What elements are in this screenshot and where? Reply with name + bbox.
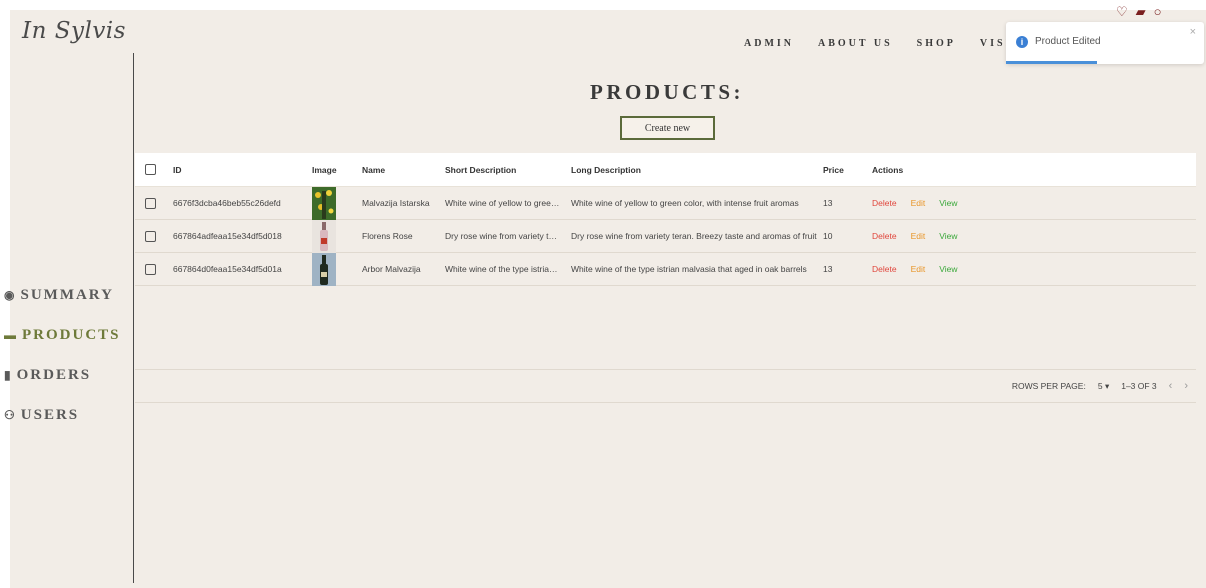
table-pagination: ROWS PER PAGE: 5 ▾ 1–3 OF 3 ‹ › [135, 370, 1196, 403]
sidebar-item-label: USERS [20, 406, 80, 423]
header-short-description[interactable]: Short Description [445, 165, 560, 175]
header-image: Image [312, 164, 337, 175]
sidebar-item-label: PRODUCTS [22, 326, 121, 343]
header-id[interactable]: ID [173, 165, 298, 175]
header-icons: ♡ ▰ ○ [1116, 4, 1162, 20]
header-name[interactable]: Name [362, 165, 432, 175]
table-header-row: ID Image Name Short Description Long Des… [135, 153, 1196, 187]
sidebar-divider [133, 53, 134, 583]
nav-about-us[interactable]: ABOUT US [818, 38, 893, 49]
create-new-button[interactable]: Create new [620, 116, 715, 140]
brand-logo[interactable]: In Sylvis [22, 18, 126, 44]
table-row: 6676f3dcba46beb55c26defd Malvazija Istar… [135, 186, 1196, 220]
products-table: ID Image Name Short Description Long Des… [135, 153, 1196, 403]
product-long-description: White wine of yellow to green color, wit… [571, 198, 799, 208]
toast-progress-bar [1006, 61, 1098, 64]
search-icon[interactable]: ○ [1154, 4, 1162, 20]
product-id: 667864d0feaa15e34df5d01a [173, 264, 282, 274]
sidebar: ◉ SUMMARY ▬ PRODUCTS ▮ ORDERS ⚇ USERS [4, 275, 121, 435]
table-row: 667864adfeaa15e34df5d018 Florens Rose Dr… [135, 219, 1196, 253]
view-button[interactable]: View [939, 231, 957, 241]
rows-per-page-select[interactable]: 5 ▾ [1098, 381, 1109, 392]
edit-button[interactable]: Edit [911, 198, 926, 208]
info-icon: i [1016, 36, 1028, 48]
tachometer-icon: ◉ [4, 287, 17, 302]
delete-button[interactable]: Delete [872, 264, 897, 274]
sidebar-item-orders[interactable]: ▮ ORDERS [4, 355, 121, 395]
caret-down-icon: ▾ [1104, 380, 1110, 391]
product-id: 6676f3dcba46beb55c26defd [173, 198, 281, 208]
next-page-icon[interactable]: › [1184, 380, 1188, 392]
product-price: 10 [823, 231, 833, 241]
product-thumbnail [312, 219, 336, 253]
rows-per-page-value: 5 [1097, 380, 1103, 391]
product-price: 13 [823, 264, 833, 274]
select-all-checkbox[interactable] [145, 164, 156, 175]
sidebar-item-summary[interactable]: ◉ SUMMARY [4, 275, 121, 315]
heart-icon[interactable]: ♡ [1116, 4, 1128, 20]
product-long-description: Dry rose wine from variety teran. Breezy… [571, 231, 817, 241]
product-long-description: White wine of the type istrian malvasia … [571, 264, 807, 274]
product-name: Florens Rose [362, 231, 413, 241]
users-icon: ⚇ [4, 407, 17, 422]
sidebar-item-products[interactable]: ▬ PRODUCTS [4, 315, 121, 355]
top-nav: ADMIN ABOUT US SHOP VISI [744, 38, 1012, 49]
product-price: 13 [823, 198, 833, 208]
row-checkbox[interactable] [145, 263, 156, 275]
previous-page-icon[interactable]: ‹ [1169, 380, 1173, 392]
sidebar-item-label: ORDERS [16, 366, 92, 383]
product-thumbnail [312, 252, 336, 286]
product-thumbnail [312, 186, 336, 220]
toast-notification: i Product Edited × [1006, 22, 1204, 64]
rows-per-page-label: ROWS PER PAGE: [1011, 381, 1086, 391]
pagination-range: 1–3 OF 3 [1121, 381, 1157, 391]
row-actions: Delete Edit View [872, 264, 958, 274]
toast-message: Product Edited [1035, 36, 1101, 47]
view-button[interactable]: View [939, 198, 957, 208]
sidebar-item-label: SUMMARY [20, 286, 114, 303]
edit-button[interactable]: Edit [911, 264, 926, 274]
delete-button[interactable]: Delete [872, 198, 897, 208]
view-button[interactable]: View [939, 264, 957, 274]
sidebar-item-users[interactable]: ⚇ USERS [4, 395, 121, 435]
box-icon: ▬ [4, 327, 18, 342]
delete-button[interactable]: Delete [872, 231, 897, 241]
product-short-description: White wine of the type istrian malvasia [445, 264, 560, 274]
row-checkbox[interactable] [145, 230, 156, 242]
cart-icon[interactable]: ▰ [1136, 4, 1146, 20]
row-actions: Delete Edit View [872, 231, 958, 241]
header-long-description[interactable]: Long Description [571, 165, 819, 175]
product-short-description: White wine of yellow to green color [445, 198, 560, 208]
nav-shop[interactable]: SHOP [917, 38, 956, 49]
product-id: 667864adfeaa15e34df5d018 [173, 231, 282, 241]
header-price[interactable]: Price [823, 165, 853, 175]
clipboard-icon: ▮ [4, 367, 13, 382]
table-row: 667864d0feaa15e34df5d01a Arbor Malvazija… [135, 252, 1196, 286]
product-name: Malvazija Istarska [362, 198, 430, 208]
edit-button[interactable]: Edit [911, 231, 926, 241]
close-icon[interactable]: × [1190, 26, 1196, 38]
product-name: Arbor Malvazija [362, 264, 421, 274]
header-actions: Actions [872, 164, 904, 175]
nav-admin[interactable]: ADMIN [744, 38, 794, 49]
table-empty-space [135, 286, 1196, 370]
page-title: PRODUCTS: [590, 80, 745, 104]
row-actions: Delete Edit View [872, 198, 958, 208]
row-checkbox[interactable] [145, 197, 156, 209]
product-short-description: Dry rose wine from variety teran [445, 231, 560, 241]
